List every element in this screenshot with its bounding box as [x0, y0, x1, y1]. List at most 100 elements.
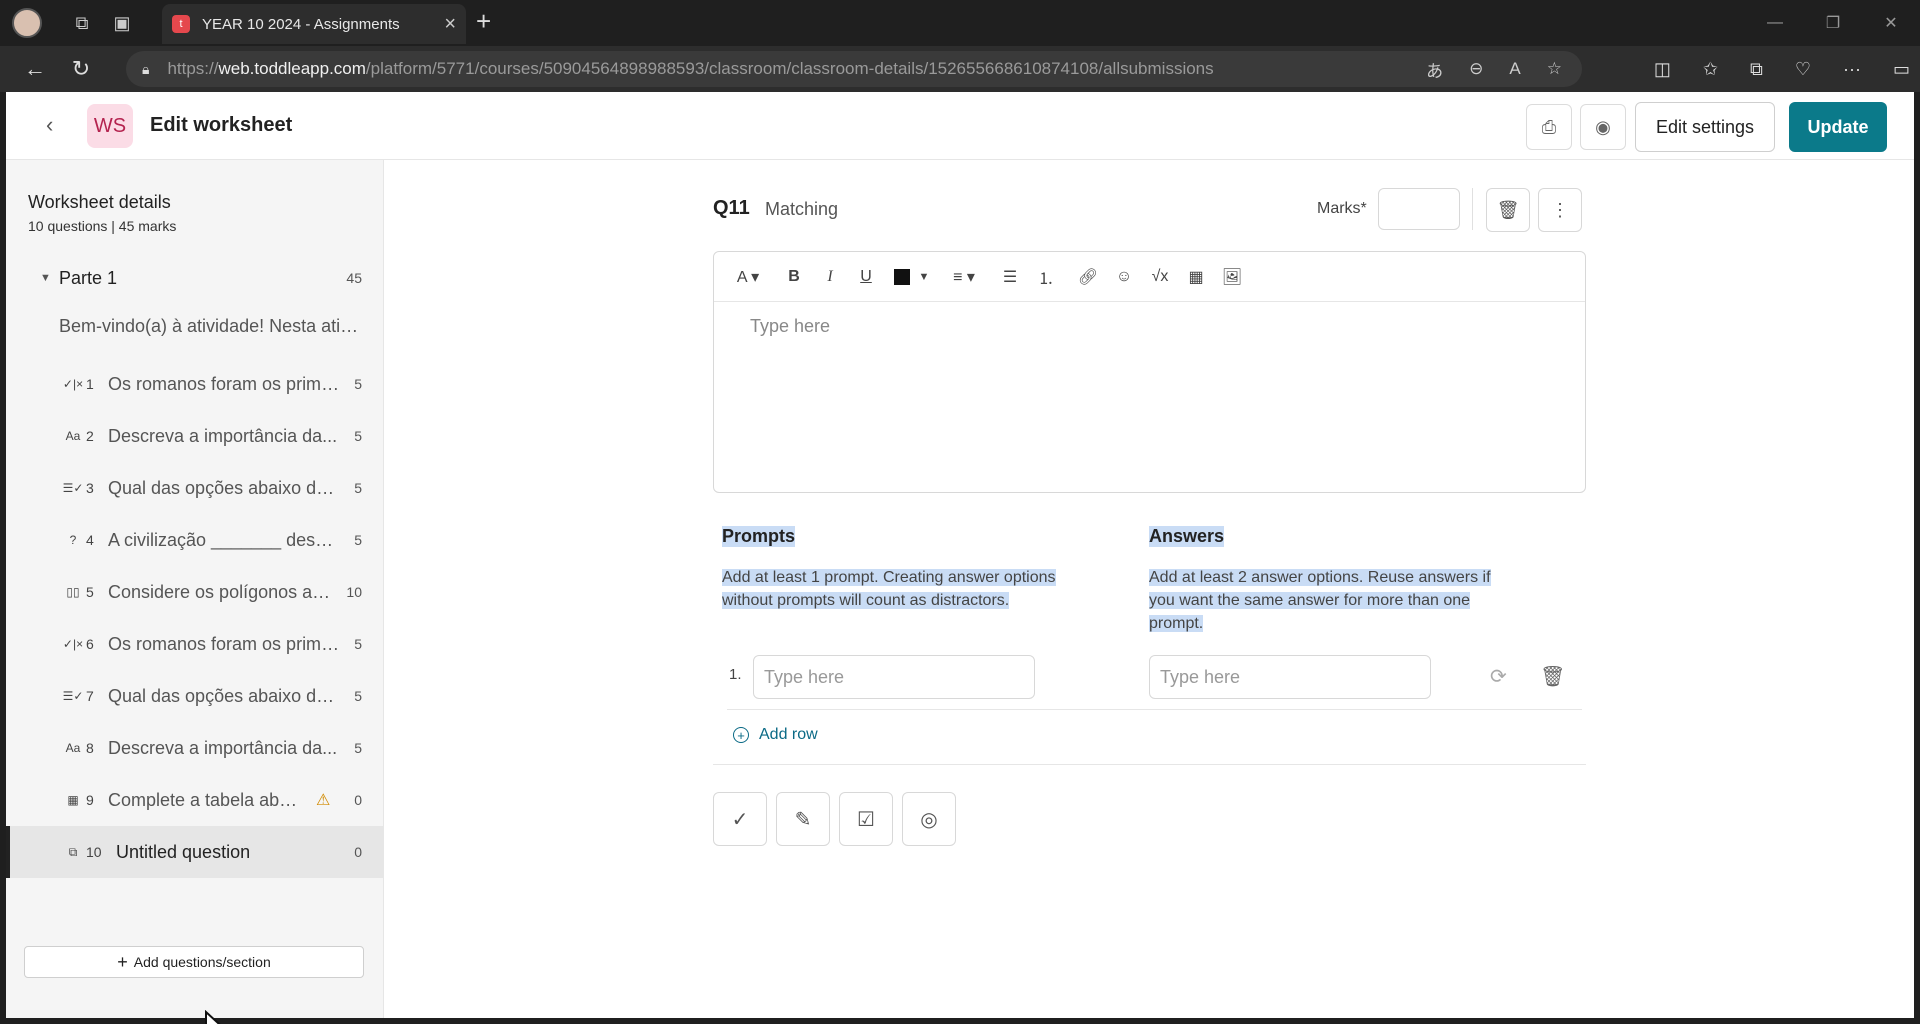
divider: [713, 764, 1586, 765]
numbered-list-icon[interactable]: ⒈: [1028, 262, 1064, 292]
reuse-answer-icon[interactable]: ⟳: [1490, 664, 1507, 689]
preview-button[interactable]: ◉: [1580, 104, 1626, 150]
text-color-icon[interactable]: [894, 268, 910, 285]
question-number: 6: [86, 636, 94, 652]
sidebar-toggle-icon[interactable]: ▭: [1893, 59, 1910, 80]
update-button[interactable]: Update: [1789, 102, 1887, 152]
bullet-list-icon[interactable]: ☰: [992, 262, 1028, 292]
check-circle-icon: ✓: [731, 808, 749, 831]
add-row-button[interactable]: + Add row: [733, 726, 818, 744]
question-item[interactable]: Aa 8 Descreva a importância da... 5: [6, 722, 384, 774]
question-label: Descreva a importância da...: [108, 737, 338, 758]
sidebar-title: Worksheet details: [28, 192, 171, 212]
caret-down-icon[interactable]: ▼: [40, 272, 51, 284]
formula-icon[interactable]: √x: [1142, 262, 1178, 292]
restore-icon[interactable]: ❐: [1804, 0, 1862, 46]
app-window: ‹ WS Edit worksheet ⎙ ◉ Edit settings Up…: [6, 92, 1914, 1024]
question-item[interactable]: ▦ 9 Complete a tabela abaixo ⚠ 0: [6, 774, 384, 826]
rubric-button[interactable]: ☑: [839, 792, 893, 846]
new-tab-icon[interactable]: +: [476, 6, 491, 37]
workspaces-icon[interactable]: ⧉: [62, 3, 102, 43]
italic-icon[interactable]: I: [812, 262, 848, 292]
section-row[interactable]: ▼ Parte 1 45: [6, 256, 384, 300]
question-item[interactable]: ? 4 A civilização _______ desenvolveu 5: [6, 514, 384, 566]
eye-icon: ◉: [1595, 116, 1611, 137]
table-icon: ▦: [67, 793, 79, 807]
browser-tab[interactable]: t YEAR 10 2024 - Assignments ×: [162, 4, 466, 44]
read-aloud-icon[interactable]: A: [1509, 59, 1520, 79]
add-row-label: Add row: [759, 726, 818, 743]
question-number: 4: [86, 532, 94, 548]
true-false-icon: ✓|×: [62, 637, 84, 651]
refresh-icon[interactable]: ↻: [58, 49, 104, 89]
collections-icon[interactable]: ⧉: [1750, 59, 1763, 80]
split-screen-icon[interactable]: ◫: [1654, 59, 1671, 80]
favorites-icon[interactable]: ✩: [1703, 59, 1718, 80]
answer-input[interactable]: Type here: [1149, 655, 1431, 699]
back-chevron-icon[interactable]: ‹: [46, 112, 53, 138]
bold-icon[interactable]: B: [776, 262, 812, 292]
question-item[interactable]: ▯▯ 5 Considere os polígonos abaixo 10: [6, 566, 384, 618]
plus-circle-icon: +: [733, 727, 749, 743]
question-label: Qual das opções abaixo des...: [108, 685, 340, 706]
editor-placeholder: Type here: [750, 316, 831, 336]
link-icon[interactable]: 🔗︎: [1070, 262, 1106, 292]
zoom-out-icon[interactable]: ⊖: [1469, 59, 1483, 79]
clipboard-check-icon: ☑: [857, 808, 875, 831]
question-item[interactable]: ☰✓ 7 Qual das opções abaixo des... 5: [6, 670, 384, 722]
close-tab-icon[interactable]: ×: [444, 13, 456, 36]
translate-icon[interactable]: あ: [1426, 57, 1443, 82]
notes-button[interactable]: ✎: [776, 792, 830, 846]
close-window-icon[interactable]: ✕: [1862, 0, 1920, 46]
emoji-icon[interactable]: ☺: [1106, 262, 1142, 292]
favorite-star-icon[interactable]: ☆: [1547, 59, 1562, 79]
print-button[interactable]: ⎙: [1526, 104, 1572, 150]
chevron-down-icon[interactable]: ▼: [916, 262, 932, 292]
question-type-label: Matching: [765, 199, 839, 219]
table-icon[interactable]: ▦: [1178, 262, 1214, 292]
minimize-icon[interactable]: —: [1746, 0, 1804, 46]
back-arrow-icon[interactable]: ←: [12, 49, 58, 89]
answers-title: Answers: [1149, 526, 1225, 547]
question-editor[interactable]: A ▾ B I U ▼ ≡ ▾ ☰ ⒈ 🔗︎ ☺ √x ▦ 🖼︎ Type he…: [713, 251, 1586, 493]
question-number: 9: [86, 792, 94, 808]
tab-actions-icon[interactable]: ▣: [102, 3, 142, 43]
image-question-icon: ▯▯: [66, 585, 80, 599]
question-label: Untitled question: [116, 841, 251, 862]
delete-row-icon[interactable]: 🗑︎: [1540, 664, 1565, 689]
question-item[interactable]: ✓|× 1 Os romanos foram os primeiros... 5: [6, 358, 384, 410]
url-field[interactable]: 🔒︎ https://web.toddleapp.com/platform/57…: [126, 51, 1582, 87]
question-marks: 5: [354, 532, 362, 548]
align-icon[interactable]: ≡ ▾: [946, 262, 982, 292]
prompt-input[interactable]: Type here: [753, 655, 1035, 699]
add-questions-label: Add questions/section: [133, 954, 271, 970]
more-options-button[interactable]: ⋮: [1538, 188, 1582, 232]
font-size-icon[interactable]: A ▾: [730, 262, 766, 292]
question-label: Os romanos foram os primeiros...: [108, 633, 340, 654]
marks-input[interactable]: [1378, 188, 1460, 230]
question-label: Considere os polígonos abaixo: [108, 581, 340, 602]
question-marks: 5: [354, 636, 362, 652]
row-number: 1.: [729, 666, 742, 683]
question-item[interactable]: ☰✓ 3 Qual das opções abaixo des... 5: [6, 462, 384, 514]
underline-icon[interactable]: U: [848, 262, 884, 292]
add-questions-button[interactable]: + Add questions/section: [24, 946, 364, 978]
answer-key-button[interactable]: ✓: [713, 792, 767, 846]
edit-settings-button[interactable]: Edit settings: [1635, 102, 1775, 152]
question-item[interactable]: ✓|× 6 Os romanos foram os primeiros... 5: [6, 618, 384, 670]
question-number-title: Q11: [713, 197, 750, 219]
address-bar-row: ← ↻ 🔒︎ https://web.toddleapp.com/platfor…: [0, 46, 1920, 92]
question-number: 1: [86, 376, 94, 392]
intro-item[interactable]: Bem-vindo(a) à atividade! Nesta atividad…: [59, 316, 359, 337]
image-icon[interactable]: 🖼︎: [1214, 262, 1250, 292]
health-icon[interactable]: ♡: [1795, 59, 1811, 80]
delete-question-button[interactable]: 🗑︎: [1486, 188, 1530, 232]
learning-goals-button[interactable]: ◎: [902, 792, 956, 846]
more-menu-icon[interactable]: ···: [1843, 59, 1861, 80]
question-number: 2: [86, 428, 94, 444]
question-item[interactable]: Aa 2 Descreva a importância da... 5: [6, 410, 384, 462]
question-number: 10: [86, 844, 102, 860]
question-item-active[interactable]: ⧉ 10 Untitled question 0: [6, 826, 384, 878]
question-marks: 5: [354, 740, 362, 756]
profile-avatar[interactable]: [12, 8, 42, 38]
